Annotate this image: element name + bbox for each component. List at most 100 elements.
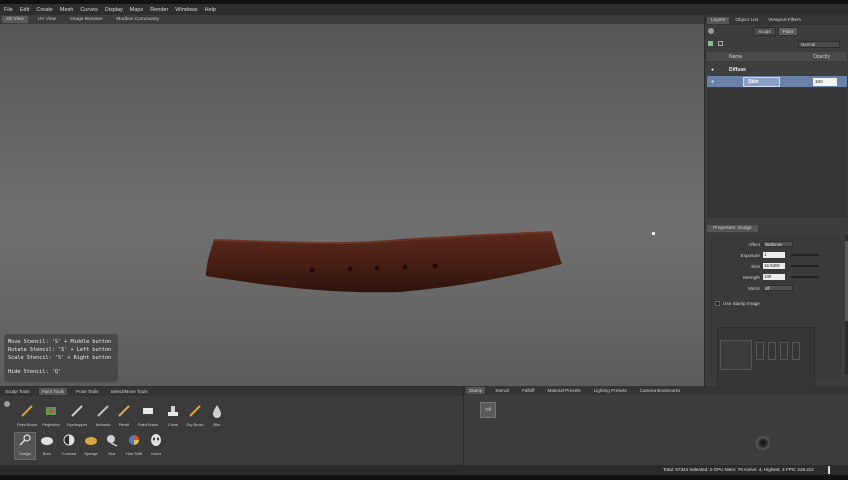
- stamp-control-slot[interactable]: [780, 342, 788, 360]
- paint-mode-button[interactable]: Paint: [777, 27, 799, 36]
- tool-label: Sponge: [84, 451, 98, 456]
- tab-falloff[interactable]: Falloff: [519, 387, 537, 394]
- bottom-strip: [0, 475, 848, 480]
- affect-select[interactable]: Midtones: [763, 241, 793, 247]
- column-opacity: Opacity: [813, 53, 830, 60]
- status-text: Total: 57344 Selected: 0 GPU Mem: 78 Act…: [663, 467, 814, 472]
- tool-pencil[interactable]: Pencil: [113, 404, 135, 430]
- stamp-off-tile[interactable]: Off: [480, 402, 496, 418]
- menu-mesh[interactable]: Mesh: [60, 7, 73, 13]
- menu-edit[interactable]: Edit: [20, 7, 29, 13]
- menu-create[interactable]: Create: [36, 7, 53, 13]
- tab-layers[interactable]: Layers: [707, 16, 730, 24]
- stamp-thumbnail[interactable]: [720, 340, 752, 370]
- size-field[interactable]: 16.5306: [763, 263, 785, 269]
- tab-viewport-filters[interactable]: Viewport Filters: [764, 17, 805, 24]
- tab-paint-tools[interactable]: Paint Tools: [38, 388, 68, 395]
- tool-paint-erase[interactable]: Paint Erase: [137, 404, 159, 430]
- layer-name-field[interactable]: Skin: [743, 76, 780, 87]
- tool-sponge[interactable]: Sponge: [80, 433, 102, 459]
- tab-image-browser[interactable]: Image Browser: [66, 16, 106, 23]
- eye-icon[interactable]: ●: [711, 67, 714, 73]
- blend-mode-select[interactable]: Normal: [798, 41, 840, 48]
- tab-object-list[interactable]: Object List: [731, 17, 762, 24]
- tool-hue-shift[interactable]: Hue Shift: [123, 433, 145, 459]
- tab-stamp[interactable]: Stamp: [466, 387, 486, 394]
- tool-dry-brush[interactable]: Dry Brush: [184, 404, 206, 430]
- tab-uv-view[interactable]: UV View: [34, 16, 60, 23]
- layer-info-icon[interactable]: [708, 28, 714, 34]
- tab-mudbox-community[interactable]: Mudbox Community: [112, 16, 163, 23]
- size-slider[interactable]: [791, 265, 819, 267]
- tool-tray: Sculpt Tools Paint Tools Pose Tools Sele…: [0, 386, 463, 466]
- eraser-icon: [143, 408, 153, 414]
- stamp-controls: [756, 342, 808, 362]
- tool-projection[interactable]: Projection: [40, 404, 62, 430]
- tool-blur[interactable]: Blur: [206, 404, 228, 430]
- sculpt-mode-button[interactable]: Sculpt: [753, 27, 776, 36]
- tab-stencil[interactable]: Stencil: [492, 387, 512, 394]
- tool-clone[interactable]: Clone: [162, 404, 184, 430]
- tool-eyedropper[interactable]: Eyedropper: [66, 404, 88, 430]
- hue-shift-icon: [129, 435, 139, 445]
- tab-lighting-presets[interactable]: Lighting Presets: [591, 387, 630, 394]
- tab-select-move-tools[interactable]: Select/Move Tools: [107, 388, 150, 395]
- exposure-field[interactable]: 1: [763, 252, 785, 258]
- use-stamp-row: Use Stamp Image: [715, 301, 760, 306]
- layer-options-icon[interactable]: [718, 41, 723, 46]
- stamp-control-slot[interactable]: [792, 342, 800, 360]
- layer-opacity-field[interactable]: 100: [813, 77, 837, 86]
- mouse-cursor: [652, 232, 655, 235]
- size-row: Size 16.5306: [707, 263, 819, 269]
- right-panel-tabs: Layers Object List Viewport Filters: [705, 15, 848, 25]
- menu-render[interactable]: Render: [150, 7, 168, 13]
- stamp-control-slot[interactable]: [768, 342, 776, 360]
- eyedropper-icon: [71, 405, 83, 417]
- menu-file[interactable]: File: [4, 7, 13, 13]
- tool-dodge[interactable]: Dodge: [14, 432, 36, 460]
- tool-contrast[interactable]: Contrast: [58, 433, 80, 459]
- tool-burn[interactable]: Burn: [36, 433, 58, 459]
- stamp-image-box: [717, 327, 815, 389]
- tool-info-icon[interactable]: [4, 401, 10, 407]
- tool-label: Paint Erase: [137, 422, 159, 427]
- tool-hue[interactable]: Hue: [101, 433, 123, 459]
- eye-icon[interactable]: ●: [711, 79, 714, 85]
- layer-group-diffuse[interactable]: ● Diffuse: [707, 64, 847, 75]
- layers-list-area: [707, 88, 847, 218]
- tool-invert[interactable]: Invert: [145, 433, 167, 459]
- tool-label: Hue Shift: [125, 451, 142, 456]
- menu-windows[interactable]: Windows: [175, 7, 197, 13]
- tab-sculpt-tools[interactable]: Sculpt Tools: [2, 388, 33, 395]
- stamp-preview-swatch: [756, 436, 770, 450]
- strength-field[interactable]: 100: [763, 274, 785, 280]
- mirror-select[interactable]: off: [763, 285, 793, 291]
- tool-paint-brush[interactable]: Paint Brush: [16, 404, 38, 430]
- menu-maps[interactable]: Maps: [130, 7, 143, 13]
- 3d-viewport[interactable]: [0, 24, 704, 386]
- tab-material-presets[interactable]: Material Presets: [545, 387, 584, 394]
- exposure-slider[interactable]: [791, 254, 819, 256]
- view-tabs: 3D View UV View Image Browser Mudbox Com…: [0, 15, 704, 24]
- use-stamp-checkbox[interactable]: [715, 301, 720, 306]
- tool-label: Hue: [108, 451, 116, 456]
- new-layer-icon[interactable]: [708, 41, 713, 46]
- status-indicator: [828, 466, 830, 474]
- stamp-control-slot[interactable]: [756, 342, 764, 360]
- airbrush-icon: [97, 405, 109, 417]
- layer-list-header: Name Opacity: [707, 52, 847, 61]
- menu-curves[interactable]: Curves: [80, 7, 97, 13]
- hue-icon: [107, 435, 118, 447]
- mirror-label: Mirror: [748, 285, 760, 291]
- tab-camera-bookmarks[interactable]: Camera Bookmarks: [637, 387, 684, 394]
- strength-slider[interactable]: [791, 276, 819, 278]
- tab-3d-view[interactable]: 3D View: [2, 16, 28, 23]
- strength-label: Strength: [742, 274, 760, 280]
- tab-pose-tools[interactable]: Pose Tools: [73, 388, 101, 395]
- menu-display[interactable]: Display: [105, 7, 123, 13]
- menu-help[interactable]: Help: [205, 7, 216, 13]
- stamp-panel: Stamp Stencil Falloff Material Presets L…: [463, 386, 848, 466]
- layer-row-skin[interactable]: ● Skin 100: [707, 76, 847, 87]
- properties-title: Properties: Dodge: [707, 225, 758, 232]
- tool-airbrush[interactable]: Airbrush: [92, 404, 114, 430]
